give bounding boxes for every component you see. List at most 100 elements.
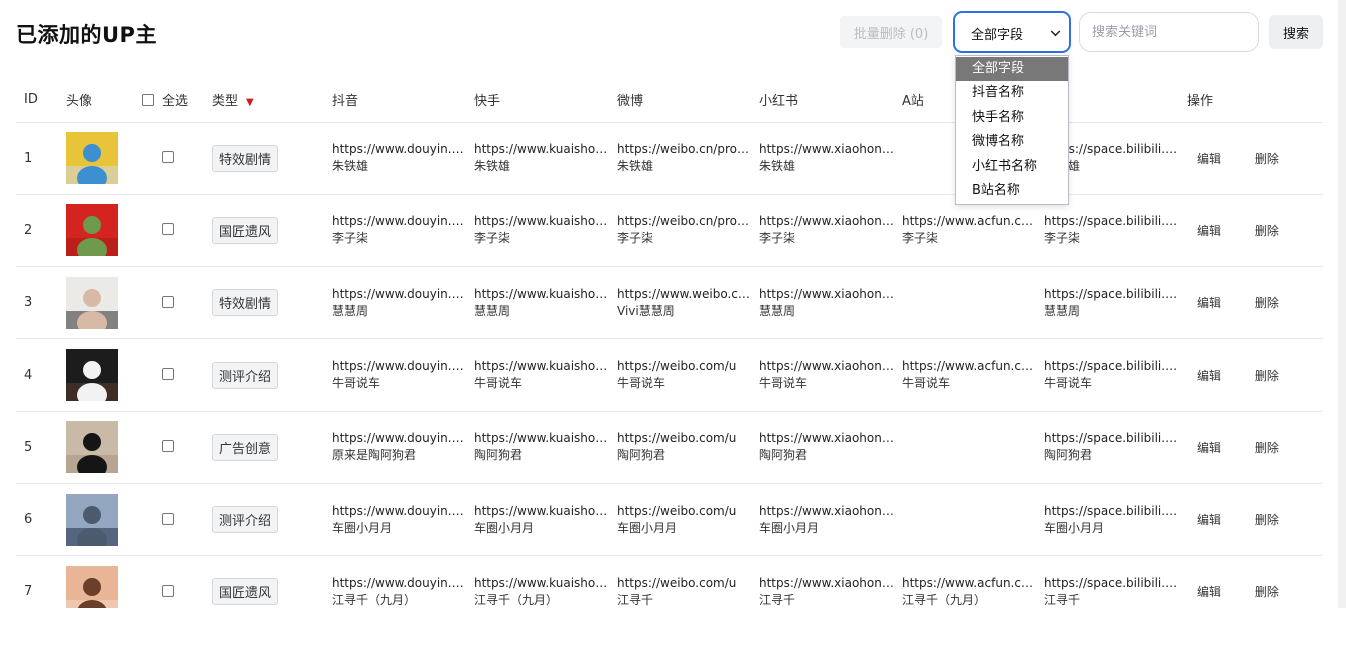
acfun-url[interactable]: https://www.acfun.cn/u	[902, 358, 1038, 375]
douyin-url[interactable]: https://www.douyin.com/user	[332, 213, 468, 230]
kuaishou-url[interactable]: https://www.kuaishou.com/profile	[474, 213, 611, 230]
row-checkbox[interactable]	[162, 440, 174, 453]
batch-delete-button[interactable]: 批量删除 (0)	[840, 16, 942, 48]
xiaohongshu-url[interactable]: https://www.xiaohongshu.com/user	[759, 503, 896, 520]
xiaohongshu-cell: https://www.xiaohongshu.com/user 江寻千	[759, 555, 902, 608]
xiaohongshu-url[interactable]: https://www.xiaohongshu.com/user	[759, 213, 896, 230]
xiaohongshu-cell: https://www.xiaohongshu.com/user 陶阿狗君	[759, 411, 902, 484]
row-checkbox[interactable]	[162, 368, 174, 381]
edit-button[interactable]: 编辑	[1197, 224, 1221, 238]
bilibili-url[interactable]: https://space.bilibili.com	[1044, 213, 1181, 230]
douyin-cell: https://www.douyin.com/user 慧慧周	[332, 266, 474, 340]
xiaohongshu-url[interactable]: https://www.xiaohongshu.com/user	[759, 575, 896, 592]
kuaishou-url[interactable]: https://www.kuaishou.com/profile	[474, 503, 611, 520]
acfun-url[interactable]: https://www.acfun.cn/u	[902, 575, 1038, 592]
select-all-checkbox[interactable]	[142, 94, 154, 107]
kuaishou-url[interactable]: https://www.kuaishou.com/profile	[474, 141, 611, 158]
dropdown-option[interactable]: 小红书名称	[956, 155, 1068, 179]
type-tag: 广告创意	[212, 433, 279, 461]
dropdown-option[interactable]: 全部字段	[956, 57, 1068, 82]
douyin-cell: https://www.douyin.com/user 车圈小月月	[332, 483, 474, 557]
row-checkbox[interactable]	[162, 223, 174, 236]
weibo-url[interactable]: https://weibo.com/u	[617, 503, 753, 520]
weibo-url[interactable]: https://weibo.com/u	[617, 358, 753, 375]
weibo-url[interactable]: https://weibo.cn/profile	[617, 213, 753, 230]
dropdown-option[interactable]: 快手名称	[956, 106, 1068, 130]
col-select-all[interactable]: 全选	[142, 78, 212, 123]
sort-down-icon[interactable]: ▼	[246, 97, 254, 108]
row-checkbox-cell[interactable]	[142, 266, 212, 340]
delete-button[interactable]: 删除	[1255, 585, 1279, 599]
row-checkbox-cell[interactable]	[142, 122, 212, 195]
kuaishou-url[interactable]: https://www.kuaishou.com/profile	[474, 358, 611, 375]
bilibili-url[interactable]: https://space.bilibili.com	[1044, 358, 1181, 375]
bilibili-url[interactable]: https://space.bilibili.com	[1044, 575, 1181, 592]
edit-button[interactable]: 编辑	[1197, 296, 1221, 310]
weibo-url[interactable]: https://www.weibo.com/u	[617, 286, 753, 303]
weibo-name: 陶阿狗君	[617, 448, 666, 463]
kuaishou-url[interactable]: https://www.kuaishou.com/profile	[474, 286, 611, 303]
douyin-url[interactable]: https://www.douyin.com/user	[332, 575, 468, 592]
bilibili-name: 陶阿狗君	[1044, 448, 1093, 463]
kuaishou-url[interactable]: https://www.kuaishou.com/profile	[474, 430, 611, 447]
row-checkbox-cell[interactable]	[142, 411, 212, 484]
dropdown-option[interactable]: 抖音名称	[956, 81, 1068, 105]
delete-button[interactable]: 删除	[1255, 296, 1279, 310]
douyin-cell: https://www.douyin.com/user 江寻千（九月）	[332, 555, 474, 608]
search-button[interactable]: 搜索	[1269, 15, 1323, 49]
delete-button[interactable]: 删除	[1255, 513, 1279, 527]
douyin-cell: https://www.douyin.com/user 李子柒	[332, 194, 474, 268]
row-checkbox[interactable]	[162, 151, 174, 164]
page-scrollbar[interactable]	[1338, 0, 1346, 608]
edit-button[interactable]: 编辑	[1197, 369, 1221, 383]
kuaishou-cell: https://www.kuaishou.com/profile 牛哥说车	[474, 338, 617, 412]
col-type[interactable]: 类型 ▼	[212, 78, 332, 123]
xiaohongshu-url[interactable]: https://www.xiaohongshu.com/user	[759, 286, 896, 303]
row-checkbox-cell[interactable]	[142, 555, 212, 608]
weibo-url[interactable]: https://weibo.com/u	[617, 430, 753, 447]
xiaohongshu-url[interactable]: https://www.xiaohongshu.com/user	[759, 430, 896, 447]
edit-button[interactable]: 编辑	[1197, 152, 1221, 166]
bilibili-url[interactable]: https://space.bilibili.com	[1044, 430, 1181, 447]
col-kuaishou: 快手	[474, 78, 617, 123]
field-select[interactable]: 全部字段	[954, 12, 1070, 52]
xiaohongshu-url[interactable]: https://www.xiaohongshu.com/user	[759, 358, 896, 375]
actions-cell: 编辑 删除	[1187, 338, 1323, 412]
edit-button[interactable]: 编辑	[1197, 441, 1221, 455]
acfun-url[interactable]: https://www.acfun.cn/u	[902, 213, 1038, 230]
dropdown-option[interactable]: B站名称	[956, 179, 1068, 203]
douyin-url[interactable]: https://www.douyin.com/user	[332, 141, 468, 158]
delete-button[interactable]: 删除	[1255, 224, 1279, 238]
douyin-url[interactable]: https://www.douyin.com/user	[332, 286, 468, 303]
bilibili-name: 江寻千	[1044, 592, 1081, 607]
kuaishou-cell: https://www.kuaishou.com/profile 车圈小月月	[474, 483, 617, 557]
bilibili-url[interactable]: https://space.bilibili.com	[1044, 286, 1181, 303]
actions-cell: 编辑 删除	[1187, 122, 1323, 195]
row-checkbox[interactable]	[162, 512, 174, 525]
xiaohongshu-url[interactable]: https://www.xiaohongshu.com/user	[759, 141, 896, 158]
delete-button[interactable]: 删除	[1255, 369, 1279, 383]
bilibili-url[interactable]: https://space.bilibili.com	[1044, 503, 1181, 520]
type-cell: 广告创意	[212, 411, 332, 484]
douyin-url[interactable]: https://www.douyin.com/user	[332, 430, 468, 447]
dropdown-option[interactable]: 微博名称	[956, 130, 1068, 154]
edit-button[interactable]: 编辑	[1197, 513, 1221, 527]
delete-button[interactable]: 删除	[1255, 441, 1279, 455]
xiaohongshu-name: 车圈小月月	[759, 520, 820, 535]
row-checkbox-cell[interactable]	[142, 194, 212, 268]
row-checkbox-cell[interactable]	[142, 483, 212, 557]
kuaishou-url[interactable]: https://www.kuaishou.com/profile	[474, 575, 611, 592]
table-row: 1 特效剧情 https://www.douyin.com/user 朱铁雄 h…	[16, 122, 1323, 195]
douyin-url[interactable]: https://www.douyin.com/user	[332, 358, 468, 375]
edit-button[interactable]: 编辑	[1197, 585, 1221, 599]
delete-button[interactable]: 删除	[1255, 152, 1279, 166]
row-checkbox[interactable]	[162, 295, 174, 308]
search-input[interactable]	[1079, 12, 1259, 52]
douyin-name: 牛哥说车	[332, 376, 381, 391]
avatar-cell	[66, 555, 142, 608]
weibo-url[interactable]: https://weibo.com/u	[617, 575, 753, 592]
douyin-url[interactable]: https://www.douyin.com/user	[332, 503, 468, 520]
weibo-url[interactable]: https://weibo.cn/profile	[617, 141, 753, 158]
row-checkbox[interactable]	[162, 584, 174, 597]
row-checkbox-cell[interactable]	[142, 338, 212, 412]
